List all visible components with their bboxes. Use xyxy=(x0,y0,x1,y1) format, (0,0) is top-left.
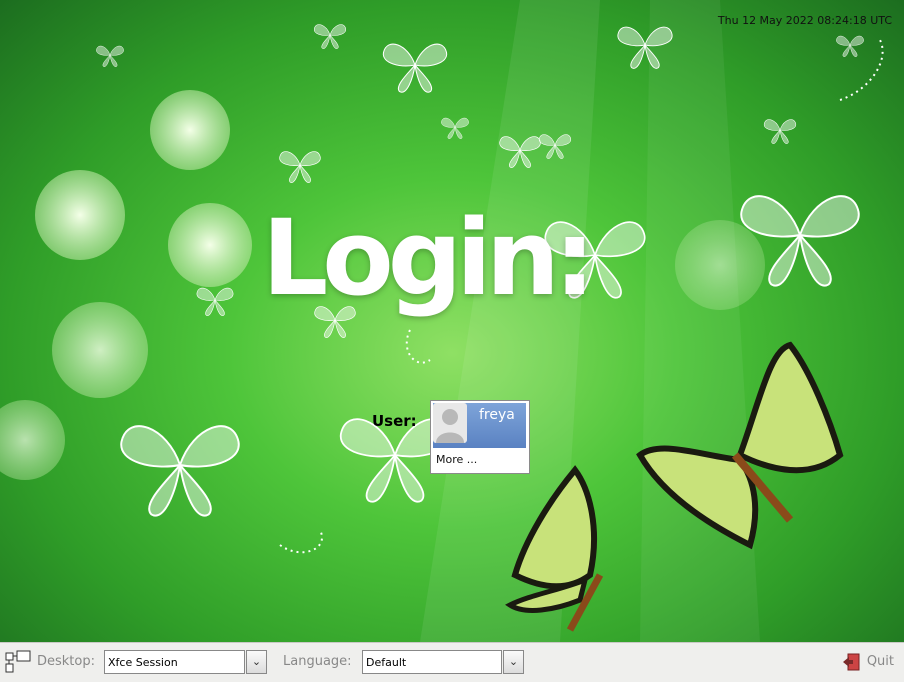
user-label: User: xyxy=(372,412,417,430)
user-name: freya xyxy=(479,407,515,423)
quit-button[interactable]: Quit xyxy=(867,654,894,669)
more-users-link[interactable]: More ... xyxy=(436,453,477,466)
bottom-panel: Desktop: Xfce Session ⌄ Language: Defaul… xyxy=(0,642,904,682)
language-label: Language: xyxy=(283,654,352,669)
language-select[interactable]: Default xyxy=(362,650,502,674)
dropdown-arrow-icon: ⌄ xyxy=(251,655,262,668)
user-avatar-icon xyxy=(433,403,467,443)
dropdown-arrow-icon: ⌄ xyxy=(508,655,519,668)
clock: Thu 12 May 2022 08:24:18 UTC xyxy=(717,14,892,27)
desktop-session-icon xyxy=(5,650,31,673)
user-list: freya More ... xyxy=(430,400,530,474)
quit-icon[interactable] xyxy=(842,653,860,671)
desktop-session-select[interactable]: Xfce Session xyxy=(104,650,245,674)
user-item-freya[interactable]: freya xyxy=(433,403,526,448)
desktop-label: Desktop: xyxy=(37,654,95,669)
wallpaper: Thu 12 May 2022 08:24:18 UTC Login: User… xyxy=(0,0,904,642)
butterfly-flower-artwork xyxy=(0,0,884,642)
desktop-dropdown-button[interactable]: ⌄ xyxy=(246,650,267,674)
language-dropdown-button[interactable]: ⌄ xyxy=(503,650,524,674)
login-title: Login: xyxy=(262,197,595,319)
